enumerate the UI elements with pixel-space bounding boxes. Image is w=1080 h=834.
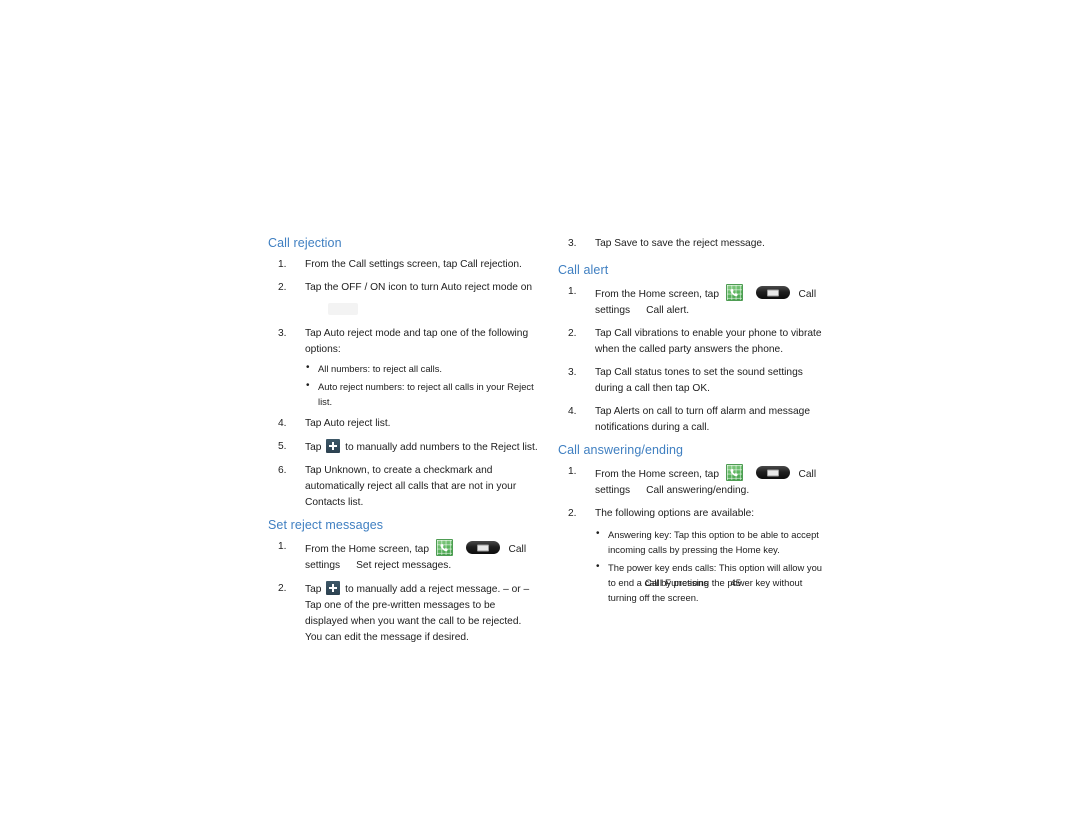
- section-heading-call-rejection: Call rejection: [268, 236, 342, 250]
- step-text: Tap Unknown, to create a checkmark and a…: [305, 465, 517, 508]
- step-text-continued: Call: [798, 289, 817, 300]
- step-text-line2: settings Set reject messages.: [305, 558, 538, 574]
- step-item: 4. Tap Alerts on call to turn off alarm …: [558, 404, 828, 436]
- steps-set-reject-messages: 1. From the Home screen, tap Call settin…: [268, 539, 538, 646]
- bullet-list-answering-options: Answering key: Tap this option to be abl…: [595, 526, 828, 605]
- list-item: Auto reject numbers: to reject all calls…: [305, 378, 538, 409]
- step-number: 4.: [568, 406, 577, 417]
- step-number: 3.: [568, 367, 577, 378]
- steps-call-rejection: 1. From the Call settings screen, tap Ca…: [268, 257, 538, 511]
- step-item: 3. Tap Auto reject mode and tap one of t…: [268, 326, 538, 409]
- phone-handset-icon[interactable]: [725, 284, 743, 301]
- settings-word: settings: [595, 305, 631, 316]
- step-text-line2: settings Call answering/ending.: [595, 483, 828, 499]
- step-item: 2. Tap the OFF / ON icon to turn Auto re…: [268, 280, 538, 296]
- step-item: 2. Tap to manually add a reject message.…: [268, 581, 538, 646]
- step-item: 1. From the Home screen, tap Call settin…: [268, 539, 538, 574]
- right-column: 3. Tap Save to save the reject message. …: [558, 236, 828, 612]
- step-item: 6. Tap Unknown, to create a checkmark an…: [268, 463, 538, 511]
- settings-word: settings: [595, 485, 631, 496]
- manual-page: Call rejection 1. From the Call settings…: [0, 0, 1080, 834]
- section-heading-set-reject-messages: Set reject messages: [268, 518, 384, 532]
- step-text-continued: Call: [508, 544, 527, 555]
- step-text: From the Home screen, tap: [305, 544, 429, 555]
- step-number: 5.: [278, 441, 287, 452]
- or-separator: – or –: [503, 584, 530, 595]
- step-number: 2.: [568, 508, 577, 519]
- step-text: Tap Alerts on call to turn off alarm and…: [595, 406, 810, 433]
- step-text: Tap Auto reject list.: [305, 418, 391, 429]
- phone-handset-icon[interactable]: [435, 539, 453, 556]
- step-number: 2.: [278, 282, 287, 293]
- step-item: 1. From the Home screen, tap Call settin…: [558, 284, 828, 319]
- steps-continued-from-left: 3. Tap Save to save the reject message.: [558, 236, 828, 252]
- step-item: 3. Tap Save to save the reject message.: [558, 236, 828, 252]
- step-text: The following options are available:: [595, 508, 755, 519]
- step-text: From the Call settings screen, tap Call …: [305, 259, 522, 270]
- step-item: 1. From the Call settings screen, tap Ca…: [268, 257, 538, 273]
- destination-word: Call answering/ending.: [646, 485, 750, 496]
- step-item: 2. Tap Call vibrations to enable your ph…: [558, 326, 828, 358]
- step-text: Tap the OFF / ON icon to turn Auto rejec…: [305, 282, 533, 293]
- settings-word: settings: [305, 560, 341, 571]
- add-plus-icon[interactable]: [326, 439, 341, 453]
- step-item: 5. Tap to manually add numbers to the Re…: [268, 439, 538, 456]
- step-text: Tap Call vibrations to enable your phone…: [595, 328, 822, 355]
- step-text-continued: to manually add numbers to the Reject li…: [345, 442, 538, 453]
- step-item: 3. Tap Call status tones to set the soun…: [558, 365, 828, 397]
- left-column: Call rejection 1. From the Call settings…: [268, 236, 538, 653]
- section-heading-call-alert: Call alert: [558, 263, 609, 277]
- step-text-continued: to manually add a reject message.: [345, 584, 501, 595]
- menu-key-icon[interactable]: [755, 466, 790, 479]
- toggle-illustration-row: [268, 303, 538, 322]
- step-text: Tap: [305, 584, 322, 595]
- list-item: Answering key: Tap this option to be abl…: [595, 526, 828, 557]
- step-number: 3.: [568, 238, 577, 249]
- step-item: 1. From the Home screen, tap Call settin…: [558, 464, 828, 499]
- phone-handset-icon[interactable]: [725, 464, 743, 481]
- steps-call-alert: 1. From the Home screen, tap Call settin…: [558, 284, 828, 436]
- destination-word: Call alert.: [646, 305, 690, 316]
- step-number: 1.: [568, 286, 577, 297]
- step-paragraph: Tap one of the pre-written messages to b…: [305, 600, 522, 643]
- step-text-line2: settings Call alert.: [595, 303, 828, 319]
- step-number: 2.: [568, 328, 577, 339]
- destination-word: Set reject messages.: [356, 560, 452, 571]
- step-number: 1.: [568, 466, 577, 477]
- step-item: 2. The following options are available: …: [558, 506, 828, 605]
- step-item: 4. Tap Auto reject list.: [268, 416, 538, 432]
- step-number: 4.: [278, 418, 287, 429]
- step-text: From the Home screen, tap: [595, 289, 719, 300]
- footer-chapter-title: Call Functions: [644, 578, 709, 589]
- page-footer: Call Functions 45: [558, 578, 828, 589]
- step-text: Tap Call status tones to set the sound s…: [595, 367, 803, 394]
- section-heading-call-answering-ending: Call answering/ending: [558, 443, 684, 457]
- list-item: All numbers: to reject all calls.: [305, 360, 538, 376]
- step-number: 6.: [278, 465, 287, 476]
- add-plus-icon[interactable]: [326, 581, 341, 595]
- step-number: 1.: [278, 541, 287, 552]
- step-text-continued: Call: [798, 469, 817, 480]
- step-text: From the Home screen, tap: [595, 469, 719, 480]
- bullet-list-auto-reject-options: All numbers: to reject all calls. Auto r…: [305, 360, 538, 409]
- step-number: 2.: [278, 583, 287, 594]
- off-on-toggle-icon: [328, 303, 358, 315]
- menu-key-icon[interactable]: [465, 541, 500, 554]
- step-text: Tap Auto reject mode and tap one of the …: [305, 328, 529, 355]
- step-text: Tap Save to save the reject message.: [595, 238, 765, 249]
- step-number: 3.: [278, 328, 287, 339]
- step-number: 1.: [278, 259, 287, 270]
- menu-key-icon[interactable]: [755, 286, 790, 299]
- step-text: Tap: [305, 442, 322, 453]
- footer-page-number: 45: [730, 578, 742, 589]
